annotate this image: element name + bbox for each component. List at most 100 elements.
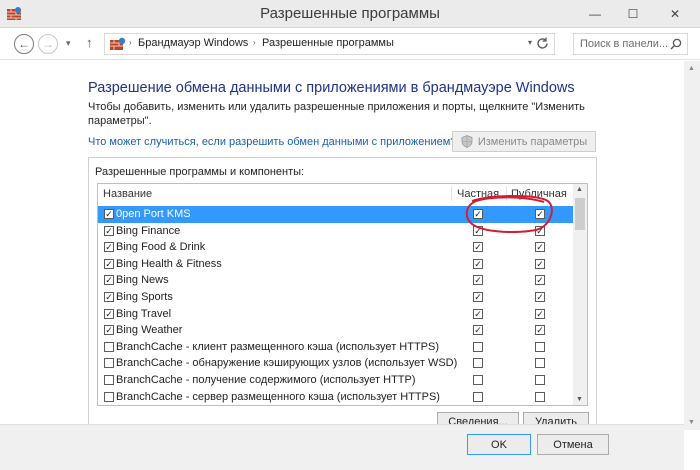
cancel-button[interactable]: Отмена <box>537 434 609 455</box>
scroll-up-icon[interactable]: ▲ <box>688 65 695 72</box>
public-checkbox[interactable]: ✓ <box>535 292 545 302</box>
breadcrumb-separator: › <box>253 38 256 47</box>
public-checkbox[interactable] <box>535 358 545 369</box>
public-checkbox[interactable]: ✓ <box>535 325 545 336</box>
search-icon <box>670 38 682 50</box>
private-checkbox[interactable]: ✓ <box>473 225 483 236</box>
breadcrumb-separator: › <box>129 38 132 47</box>
page-title: Разрешение обмена данными с приложениями… <box>88 80 575 96</box>
minimize-button[interactable]: — <box>580 0 610 28</box>
address-bar[interactable]: › Брандмауэр Windows › Разрешенные прогр… <box>104 33 555 55</box>
table-row[interactable]: ✓ Bing News ✓ ✓ <box>98 272 573 289</box>
private-checkbox[interactable]: ✓ <box>473 209 483 219</box>
table-row[interactable]: BranchCache - обнаружение кэширующих узл… <box>98 355 573 372</box>
table-row[interactable]: ✓ Bing Finance ✓ ✓ <box>98 223 573 240</box>
private-checkbox[interactable]: ✓ <box>473 275 483 286</box>
table-row[interactable]: ✓ Bing Weather ✓ ✓ <box>98 322 573 339</box>
column-divider <box>506 186 507 201</box>
enabled-checkbox[interactable]: ✓ <box>104 242 114 253</box>
enabled-checkbox[interactable]: ✓ <box>104 292 114 302</box>
private-checkbox[interactable]: ✓ <box>473 258 483 269</box>
search-input[interactable]: Поиск в панели... <box>573 33 688 55</box>
scroll-up-icon[interactable]: ▲ <box>576 186 583 193</box>
private-checkbox[interactable] <box>473 375 483 385</box>
table-row[interactable]: ✓ Bing Travel ✓ ✓ <box>98 306 573 323</box>
close-icon: ✕ <box>669 7 681 21</box>
change-settings-button[interactable]: Изменить параметры <box>452 131 596 152</box>
enabled-checkbox[interactable]: ✓ <box>104 209 114 219</box>
table-row[interactable]: BranchCache - получение содержимого (исп… <box>98 372 573 389</box>
program-name: 0pen Port KMS <box>116 208 191 220</box>
private-checkbox[interactable]: ✓ <box>473 292 483 302</box>
forward-button[interactable]: → <box>38 34 58 54</box>
program-name: BranchCache - обнаружение кэширующих узл… <box>116 357 458 370</box>
table-row[interactable]: ✓ Bing Food & Drink ✓ ✓ <box>98 239 573 256</box>
up-button[interactable]: ↑ <box>86 35 93 50</box>
table-row[interactable]: BranchCache - сервер размещенного кэша (… <box>98 389 573 405</box>
public-checkbox[interactable]: ✓ <box>535 258 545 269</box>
public-checkbox[interactable] <box>535 375 545 385</box>
program-name: Bing Travel <box>116 307 172 320</box>
scroll-thumb[interactable] <box>575 198 585 230</box>
page-description: Чтобы добавить, изменить или удалить раз… <box>88 101 585 127</box>
uac-shield-icon <box>461 135 473 148</box>
enabled-checkbox[interactable]: ✓ <box>104 325 114 336</box>
enabled-checkbox[interactable]: ✓ <box>104 308 114 319</box>
public-checkbox[interactable]: ✓ <box>535 275 545 286</box>
public-checkbox[interactable]: ✓ <box>535 242 545 253</box>
refresh-icon[interactable] <box>535 36 550 51</box>
program-name: Bing Finance <box>116 224 181 237</box>
window-scrollbar[interactable]: ▲ ▼ <box>684 61 700 430</box>
scroll-down-icon[interactable]: ▼ <box>576 396 583 403</box>
enabled-checkbox[interactable]: ✓ <box>104 275 114 286</box>
column-divider <box>451 186 452 201</box>
program-name: BranchCache - сервер размещенного кэша (… <box>116 390 440 403</box>
maximize-icon: ☐ <box>627 7 639 21</box>
back-button[interactable]: ← <box>14 34 34 54</box>
table-row[interactable]: ✓ 0pen Port KMS ✓ ✓ <box>98 206 573 223</box>
public-checkbox[interactable] <box>535 391 545 402</box>
public-checkbox[interactable] <box>535 341 545 352</box>
program-name: Bing Weather <box>116 324 183 337</box>
program-name: Bing News <box>116 274 169 287</box>
firewall-icon <box>110 37 126 50</box>
column-header-private[interactable]: Частная <box>457 188 499 200</box>
change-settings-label: Изменить параметры <box>477 135 588 148</box>
address-dropdown-icon[interactable]: ▾ <box>528 38 532 47</box>
scroll-down-icon[interactable]: ▼ <box>688 419 695 426</box>
breadcrumb-firewall[interactable]: Брандмауэр Windows <box>138 37 248 49</box>
program-name: Bing Health & Fitness <box>116 257 222 270</box>
private-checkbox[interactable]: ✓ <box>473 242 483 253</box>
risk-info-link[interactable]: Что может случиться, если разрешить обме… <box>88 136 456 148</box>
breadcrumb-allowed-programs[interactable]: Разрешенные программы <box>262 37 394 49</box>
enabled-checkbox[interactable]: ✓ <box>104 225 114 236</box>
title-bar: Разрешенные программы — ☐ ✕ <box>0 0 700 28</box>
private-checkbox[interactable]: ✓ <box>473 325 483 336</box>
enabled-checkbox[interactable] <box>104 341 114 352</box>
forward-arrow-icon: → <box>42 37 54 51</box>
enabled-checkbox[interactable] <box>104 391 114 402</box>
public-checkbox[interactable]: ✓ <box>535 225 545 236</box>
private-checkbox[interactable]: ✓ <box>473 308 483 319</box>
programs-table: Название Частная Публичная ✓ 0pen Port KM… <box>97 183 588 406</box>
column-header-public[interactable]: Публичная <box>511 188 567 200</box>
table-scrollbar[interactable]: ▲ ▼ <box>573 184 587 405</box>
back-arrow-icon: ← <box>18 37 30 51</box>
program-name: BranchCache - клиент размещенного кэша (… <box>116 340 440 353</box>
private-checkbox[interactable] <box>473 341 483 352</box>
close-button[interactable]: ✕ <box>660 0 690 28</box>
public-checkbox[interactable]: ✓ <box>535 209 545 219</box>
column-header-name[interactable]: Название <box>103 188 152 200</box>
private-checkbox[interactable] <box>473 358 483 369</box>
table-row[interactable]: ✓ Bing Sports ✓ ✓ <box>98 289 573 306</box>
enabled-checkbox[interactable] <box>104 375 114 385</box>
ok-button[interactable]: OK <box>467 434 531 455</box>
table-row[interactable]: BranchCache - клиент размещенного кэша (… <box>98 339 573 356</box>
enabled-checkbox[interactable]: ✓ <box>104 258 114 269</box>
private-checkbox[interactable] <box>473 391 483 402</box>
maximize-button[interactable]: ☐ <box>618 0 648 28</box>
public-checkbox[interactable]: ✓ <box>535 308 545 319</box>
recent-locations-button[interactable]: ▾ <box>66 38 71 49</box>
table-row[interactable]: ✓ Bing Health & Fitness ✓ ✓ <box>98 256 573 273</box>
enabled-checkbox[interactable] <box>104 358 114 369</box>
